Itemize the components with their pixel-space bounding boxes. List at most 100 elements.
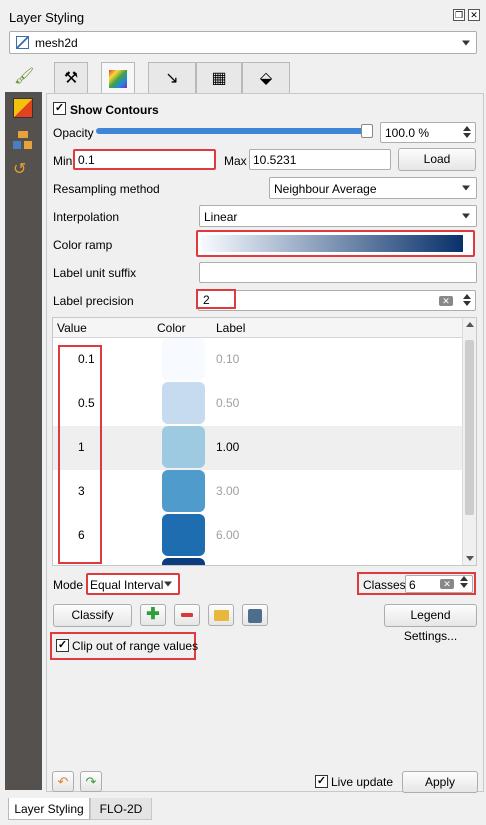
opacity-stepper[interactable] bbox=[462, 124, 472, 142]
cell-label[interactable]: 0.50 bbox=[216, 396, 239, 410]
opacity-value: 100.0 % bbox=[385, 126, 430, 140]
classes-value: 6 bbox=[409, 578, 416, 592]
chevron-down-icon bbox=[462, 40, 470, 45]
chevron-down-icon bbox=[462, 213, 470, 219]
show-contours-checkbox[interactable]: ✓ bbox=[53, 102, 66, 115]
classes-stepper[interactable] bbox=[459, 575, 469, 593]
color-swatch[interactable] bbox=[162, 338, 205, 380]
redo-icon: ↷ bbox=[85, 774, 97, 789]
color-swatch[interactable] bbox=[162, 558, 205, 565]
table-header: Value Color Label bbox=[53, 318, 463, 338]
remove-class-button[interactable] bbox=[174, 604, 200, 626]
tab-vectors[interactable]: ↘ bbox=[148, 62, 196, 93]
tab-mesh[interactable]: ▦ bbox=[196, 62, 242, 93]
color-ramp-label: Color ramp bbox=[53, 238, 113, 252]
mode-value: Equal Interval bbox=[90, 578, 164, 592]
precision-label: Label precision bbox=[53, 294, 134, 308]
opacity-slider[interactable] bbox=[96, 124, 373, 138]
resampling-select[interactable]: Neighbour Average bbox=[269, 177, 477, 199]
max-label: Max bbox=[224, 154, 247, 168]
resampling-label: Resampling method bbox=[53, 182, 160, 196]
tab-contours[interactable] bbox=[101, 62, 135, 94]
3d-cube-icon[interactable] bbox=[13, 98, 33, 118]
table-row[interactable]: 3 3.00 bbox=[53, 470, 463, 514]
color-swatch[interactable] bbox=[162, 514, 205, 556]
cell-label[interactable]: 6.00 bbox=[216, 528, 239, 542]
interpolation-select[interactable]: Linear bbox=[199, 205, 477, 227]
classes-group: Classes 6 ✕ bbox=[357, 572, 476, 595]
classes-table[interactable]: Value Color Label 0.1 0.10 0.5 0.50 1 1.00 3 3.… bbox=[52, 317, 477, 566]
clip-label: Clip out of range values bbox=[72, 639, 199, 653]
min-value: 0.1 bbox=[78, 153, 95, 167]
cell-label[interactable]: 3.00 bbox=[216, 484, 239, 498]
resampling-value: Neighbour Average bbox=[274, 182, 377, 196]
max-input[interactable]: 10.5231 bbox=[249, 149, 391, 170]
column-header-value[interactable]: Value bbox=[57, 321, 87, 335]
cell-label[interactable]: 0.10 bbox=[216, 352, 239, 366]
load-file-button[interactable] bbox=[208, 604, 234, 626]
value-column-highlight bbox=[58, 345, 102, 564]
tab-source[interactable]: ⚒ bbox=[54, 62, 88, 93]
3d-layer-icon: ⬙ bbox=[259, 70, 273, 87]
classes-label: Classes bbox=[363, 578, 406, 592]
classes-spinbox[interactable]: 6 ✕ bbox=[405, 575, 473, 593]
color-swatch[interactable] bbox=[162, 382, 205, 424]
column-header-color[interactable]: Color bbox=[157, 321, 186, 335]
layer-select-value: mesh2d bbox=[35, 36, 78, 50]
tab-3d[interactable]: ⬙ bbox=[242, 62, 290, 93]
grid-icon: ▦ bbox=[211, 70, 227, 87]
color-ramp-preview bbox=[201, 235, 463, 252]
arrow-icon: ↘ bbox=[165, 70, 179, 87]
min-label: Min bbox=[53, 154, 73, 168]
precision-stepper[interactable] bbox=[462, 292, 472, 310]
min-input[interactable]: 0.1 bbox=[73, 149, 216, 170]
save-file-button[interactable] bbox=[242, 604, 268, 626]
chevron-down-icon bbox=[164, 581, 172, 587]
precision-spinbox[interactable]: ✕ bbox=[198, 290, 476, 311]
layers-icon[interactable] bbox=[13, 131, 33, 151]
mode-select[interactable]: Equal Interval bbox=[86, 573, 180, 595]
redo-button[interactable]: ↷ bbox=[80, 771, 102, 792]
undo-icon: ↶ bbox=[57, 774, 69, 789]
max-value: 10.5231 bbox=[253, 153, 297, 167]
precision-value: 2 bbox=[203, 293, 210, 307]
clear-icon[interactable]: ✕ bbox=[440, 579, 454, 589]
apply-button[interactable]: Apply bbox=[402, 771, 478, 793]
clear-icon[interactable]: ✕ bbox=[439, 296, 453, 306]
color-swatch[interactable] bbox=[162, 470, 205, 512]
interpolation-label: Interpolation bbox=[53, 210, 120, 224]
style-dock-sidebar: ↺ bbox=[5, 92, 42, 790]
clip-checkbox[interactable]: ✓ bbox=[56, 639, 69, 652]
table-row[interactable]: 1 1.00 bbox=[53, 426, 463, 470]
table-row[interactable]: 6 6.00 bbox=[53, 514, 463, 558]
cell-label[interactable]: 1.00 bbox=[216, 440, 239, 454]
close-icon[interactable]: ✕ bbox=[468, 9, 480, 21]
opacity-spinbox[interactable]: 100.0 % bbox=[380, 122, 476, 143]
table-row[interactable]: 0.5 0.50 bbox=[53, 382, 463, 426]
table-row[interactable]: 0.1 0.10 bbox=[53, 338, 463, 382]
folder-icon bbox=[213, 610, 229, 621]
legend-settings-button[interactable]: Legend Settings... bbox=[384, 604, 477, 643]
classify-button[interactable]: Classify bbox=[53, 604, 132, 627]
undo-button[interactable]: ↶ bbox=[52, 771, 74, 792]
title-buttons: ❐ ✕ bbox=[453, 9, 480, 21]
opacity-slider-handle[interactable] bbox=[361, 124, 373, 138]
live-update-checkbox[interactable]: ✓ bbox=[315, 775, 328, 788]
unit-suffix-input[interactable] bbox=[199, 262, 477, 283]
column-header-label[interactable]: Label bbox=[216, 321, 245, 335]
opacity-label: Opacity bbox=[53, 126, 94, 140]
tab-layer-styling[interactable]: Layer Styling bbox=[8, 798, 90, 820]
tab-flo2d[interactable]: FLO-2D bbox=[90, 798, 152, 820]
load-button[interactable]: Load bbox=[398, 148, 476, 171]
add-class-button[interactable]: ✚ bbox=[140, 604, 166, 626]
paintbrush-icon[interactable]: 🖌 bbox=[14, 66, 36, 86]
history-icon[interactable]: ↺ bbox=[13, 160, 33, 180]
plus-icon: ✚ bbox=[146, 606, 160, 623]
float-icon[interactable]: ❐ bbox=[453, 9, 465, 21]
color-swatch[interactable] bbox=[162, 426, 205, 468]
color-ramp-button[interactable] bbox=[196, 230, 475, 257]
table-scrollbar[interactable] bbox=[462, 318, 476, 565]
live-update-label: Live update bbox=[331, 775, 394, 789]
table-row[interactable] bbox=[53, 558, 463, 565]
layer-select[interactable]: mesh2d bbox=[9, 31, 477, 54]
